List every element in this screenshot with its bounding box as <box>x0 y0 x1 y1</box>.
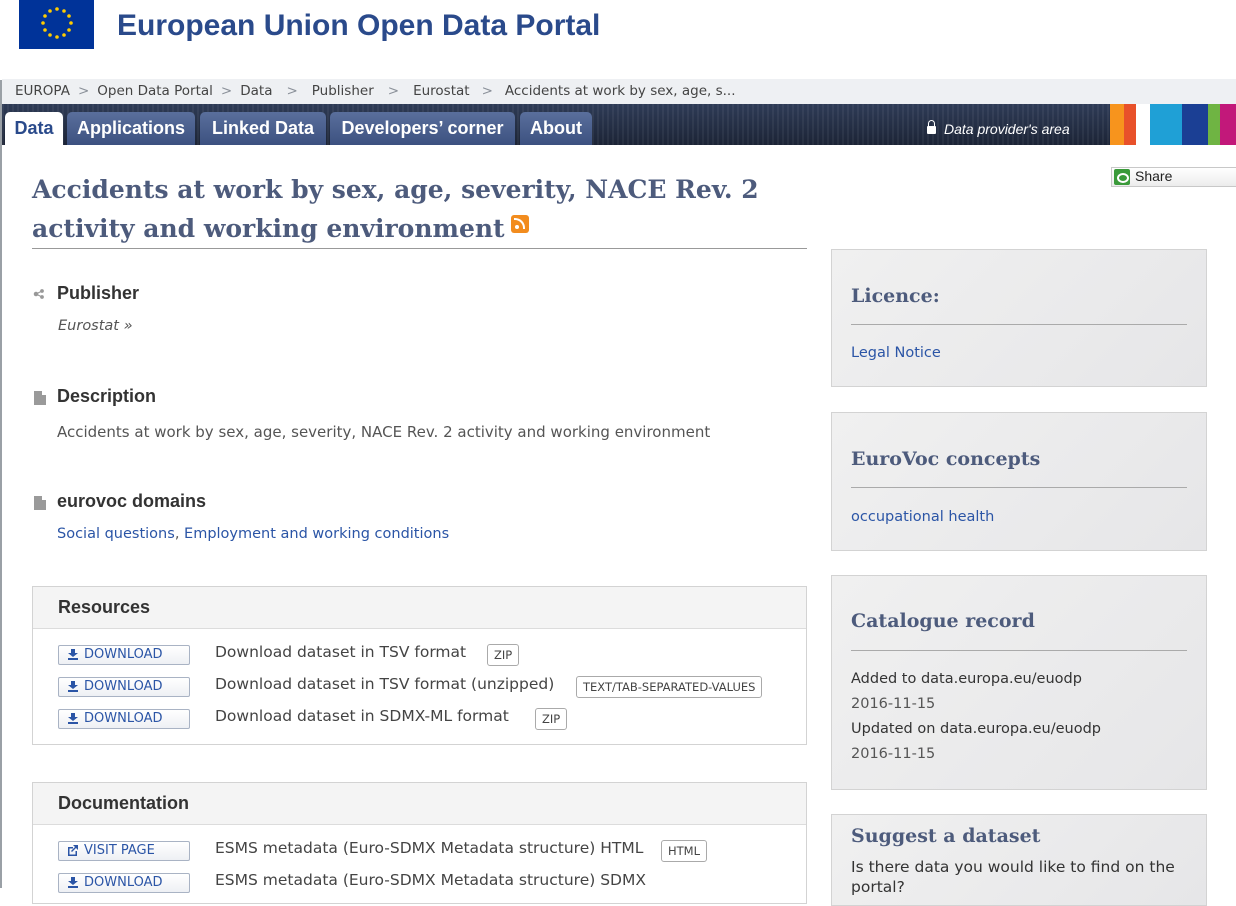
format-badge: HTML <box>661 840 708 862</box>
eu-flag-logo[interactable] <box>19 0 94 49</box>
tab-linked-data[interactable]: Linked Data <box>200 112 326 145</box>
data-provider-area-label: Data provider's area <box>944 121 1070 137</box>
site-title[interactable]: European Union Open Data Portal <box>117 9 600 43</box>
occupational-health-link[interactable]: occupational health <box>851 509 994 525</box>
rss-feed-icon[interactable] <box>510 215 529 233</box>
description-heading: Description <box>57 386 157 406</box>
tab-developers-corner[interactable]: Developers’ corner <box>330 112 515 145</box>
breadcrumb-europa[interactable]: EUROPA <box>15 83 70 99</box>
download-icon <box>68 713 78 724</box>
visit-page-button-label: VISIT PAGE <box>84 843 155 858</box>
breadcrumb-separator: > <box>387 83 400 99</box>
breadcrumb-separator: > <box>481 83 493 99</box>
download-icon <box>68 877 78 888</box>
breadcrumb-separator: > <box>220 83 233 99</box>
documentation-row: VISIT PAGE ESMS metadata (Euro-SDMX Meta… <box>33 839 806 865</box>
breadcrumb-separator: > <box>286 83 298 99</box>
catalogue-record-panel: Catalogue record Added to data.europa.eu… <box>831 575 1207 790</box>
visit-page-button[interactable]: VISIT PAGE <box>58 841 190 861</box>
publisher-heading: Publisher <box>57 283 140 303</box>
resource-title: Download dataset in TSV format (unzipped… <box>215 675 555 693</box>
legal-notice-link[interactable]: Legal Notice <box>851 345 941 361</box>
eurovoc-domains-list: Social questions, Employment and working… <box>57 526 449 542</box>
format-badge: TEXT/TAB-SEPARATED-VALUES <box>576 676 763 698</box>
added-date: 2016-11-15 <box>851 696 936 712</box>
documentation-panel: Documentation VISIT PAGE ESMS metadata (… <box>32 782 807 904</box>
download-button-label: DOWNLOAD <box>84 679 163 694</box>
documentation-heading: Documentation <box>33 783 806 825</box>
publisher-link[interactable]: Eurostat » <box>58 318 133 334</box>
breadcrumb-publisher[interactable]: Publisher <box>312 83 374 99</box>
licence-divider <box>851 324 1187 325</box>
download-button[interactable]: DOWNLOAD <box>58 709 190 729</box>
resources-panel: Resources DOWNLOAD Download dataset in T… <box>32 586 807 745</box>
description-text: Accidents at work by sex, age, severity,… <box>57 423 711 441</box>
main-nav: Data Applications Linked Data Developers… <box>2 104 1236 145</box>
breadcrumb-eurostat[interactable]: Eurostat <box>413 83 470 99</box>
download-button-label: DOWNLOAD <box>84 711 163 726</box>
documentation-title: ESMS metadata (Euro-SDMX Metadata struct… <box>215 871 646 889</box>
documentation-title: ESMS metadata (Euro-SDMX Metadata struct… <box>215 839 644 857</box>
eurovoc-concepts-panel: EuroVoc concepts occupational health <box>831 412 1207 551</box>
breadcrumb-separator: > <box>77 83 90 99</box>
document-icon <box>34 391 46 405</box>
resources-heading: Resources <box>33 587 806 629</box>
share-icon <box>1114 169 1130 185</box>
suggest-dataset-panel: Suggest a dataset Is there data you woul… <box>831 814 1207 906</box>
site-header: European Union Open Data Portal <box>0 0 1236 80</box>
resource-title: Download dataset in SDMX-ML format <box>215 707 509 725</box>
tab-data[interactable]: Data <box>5 112 63 145</box>
eurovoc-domain-social-questions[interactable]: Social questions <box>57 526 175 542</box>
tab-about[interactable]: About <box>520 112 592 145</box>
download-button[interactable]: DOWNLOAD <box>58 677 190 697</box>
eurovoc-concepts-heading: EuroVoc concepts <box>851 448 1041 470</box>
resource-row: DOWNLOAD Download dataset in TSV format … <box>33 643 806 669</box>
share-label: Share <box>1135 168 1173 184</box>
suggest-dataset-heading: Suggest a dataset <box>851 825 1041 847</box>
breadcrumb-data[interactable]: Data <box>240 83 272 99</box>
resource-row: DOWNLOAD Download dataset in TSV format … <box>33 675 806 701</box>
eurovoc-domain-separator: , <box>174 526 180 542</box>
share-nodes-icon <box>33 289 44 299</box>
document-icon <box>34 496 46 510</box>
catalogue-divider <box>851 650 1187 651</box>
eurovoc-divider <box>851 487 1187 488</box>
page-title-line-2: activity and working environment <box>32 214 505 243</box>
external-link-icon <box>68 845 78 856</box>
data-provider-area-link[interactable]: Data provider's area <box>927 120 1070 137</box>
format-badge: ZIP <box>487 644 520 666</box>
licence-panel: Licence: Legal Notice <box>831 249 1207 387</box>
updated-label: Updated on data.europa.eu/euodp <box>851 721 1101 737</box>
download-icon <box>68 681 78 692</box>
download-button-label: DOWNLOAD <box>84 647 163 662</box>
licence-heading: Licence: <box>851 285 940 307</box>
documentation-row: DOWNLOAD ESMS metadata (Euro-SDMX Metada… <box>33 871 806 897</box>
catalogue-record-heading: Catalogue record <box>851 610 1035 632</box>
suggest-dataset-text-line-2: portal? <box>851 878 905 896</box>
resource-row: DOWNLOAD Download dataset in SDMX-ML for… <box>33 707 806 733</box>
download-button-label: DOWNLOAD <box>84 875 163 890</box>
eurovoc-domain-employment[interactable]: Employment and working conditions <box>184 526 449 542</box>
format-badge: ZIP <box>535 708 568 730</box>
title-divider <box>32 248 807 249</box>
share-button[interactable]: Share <box>1111 167 1236 187</box>
tab-applications[interactable]: Applications <box>67 112 195 145</box>
added-label: Added to data.europa.eu/euodp <box>851 671 1082 687</box>
breadcrumb-current: Accidents at work by sex, age, s... <box>504 83 736 99</box>
page-title: Accidents at work by sex, age, severity,… <box>32 170 792 248</box>
download-icon <box>68 649 78 660</box>
breadcrumb: EUROPA > Open Data Portal > Data > Publisher > E… <box>2 79 1236 104</box>
breadcrumb-open-data-portal[interactable]: Open Data Portal <box>97 83 213 99</box>
resource-title: Download dataset in TSV format <box>215 643 467 661</box>
download-button[interactable]: DOWNLOAD <box>58 645 190 665</box>
page-title-line-1: Accidents at work by sex, age, severity,… <box>32 175 759 204</box>
eurovoc-domains-heading: eurovoc domains <box>57 491 207 511</box>
download-button[interactable]: DOWNLOAD <box>58 873 190 893</box>
suggest-dataset-text-line-1: Is there data you would like to find on … <box>851 858 1175 876</box>
lock-icon <box>927 120 936 134</box>
updated-date: 2016-11-15 <box>851 746 936 762</box>
